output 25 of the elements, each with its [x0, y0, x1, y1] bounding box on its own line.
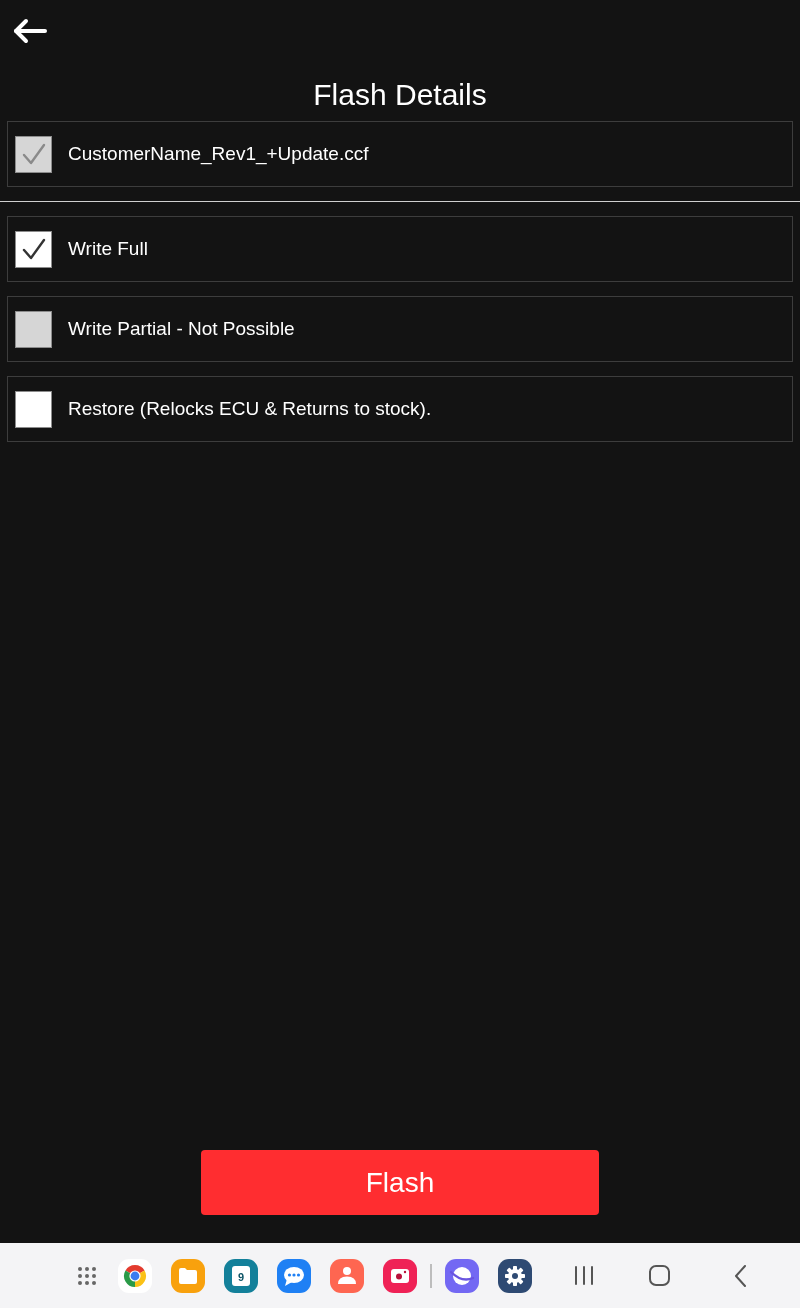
- camera-icon[interactable]: [383, 1258, 417, 1293]
- person-icon[interactable]: [330, 1258, 364, 1293]
- option-row[interactable]: Restore (Relocks ECU & Returns to stock).: [7, 376, 793, 442]
- back-icon[interactable]: [734, 1264, 747, 1287]
- round-logo-icon[interactable]: [118, 1258, 152, 1293]
- chat-bubble-icon[interactable]: [277, 1258, 311, 1293]
- planet-icon[interactable]: [445, 1258, 479, 1293]
- option-label: CustomerName_Rev1_+Update.ccf: [68, 141, 369, 167]
- home-icon[interactable]: [649, 1265, 670, 1286]
- calendar-day: 9: [232, 1268, 250, 1285]
- settings-icon[interactable]: [498, 1258, 532, 1293]
- back-arrow-icon[interactable]: [12, 18, 47, 44]
- flash-button[interactable]: Flash: [201, 1150, 599, 1215]
- calendar-icon[interactable]: 9: [224, 1258, 258, 1293]
- option-label: Restore (Relocks ECU & Returns to stock).: [68, 396, 432, 421]
- app-grid-icon[interactable]: [76, 1264, 98, 1287]
- checkmark-icon: [21, 238, 46, 260]
- page-title: Flash Details: [312, 77, 488, 113]
- checkbox[interactable]: [15, 230, 52, 268]
- option-label: Write Partial - Not Possible: [68, 316, 295, 341]
- checkbox[interactable]: [15, 390, 52, 428]
- option-label: Write Full: [68, 236, 148, 261]
- checkmark-icon: [21, 143, 46, 165]
- recent-apps-icon[interactable]: [574, 1265, 594, 1286]
- option-row[interactable]: Write Full: [7, 216, 793, 282]
